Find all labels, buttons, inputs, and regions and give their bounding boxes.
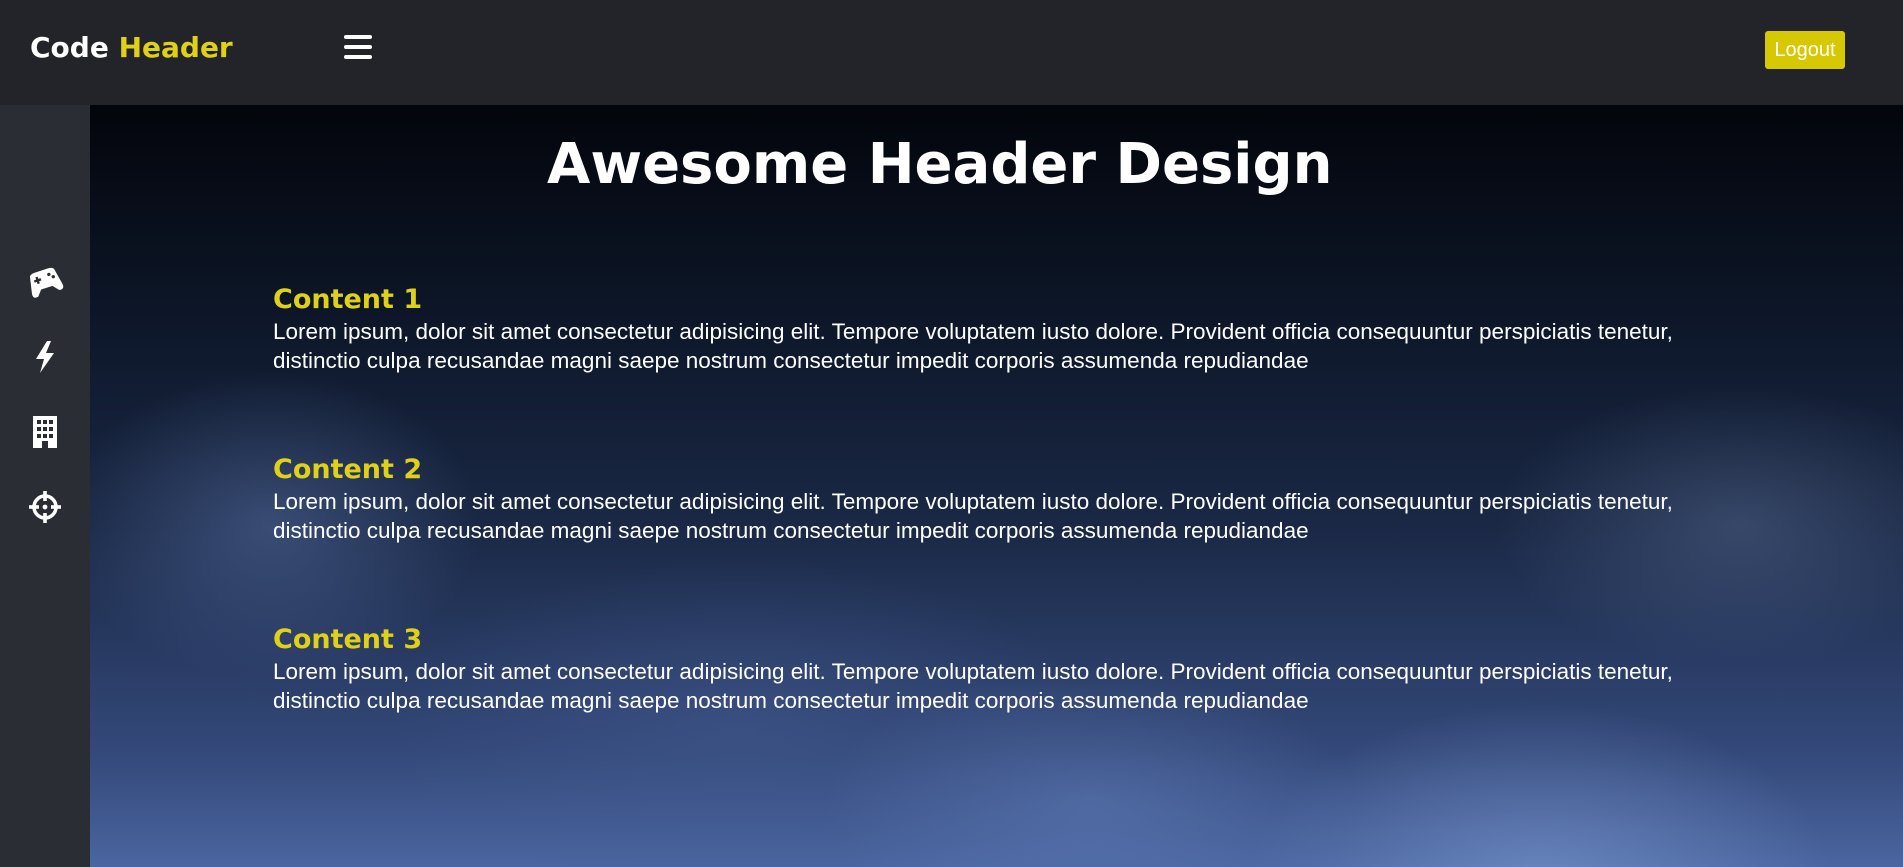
gamepad-icon[interactable] (25, 262, 65, 302)
building-icon[interactable] (25, 412, 65, 452)
logo[interactable]: Code Header (30, 31, 233, 65)
content-section-1: Content 1 Lorem ipsum, dolor sit amet co… (273, 283, 1733, 375)
page-title: Awesome Header Design (547, 132, 1333, 197)
section-body: Lorem ipsum, dolor sit amet consectetur … (273, 319, 1673, 373)
bolt-icon[interactable] (25, 337, 65, 377)
crosshairs-icon[interactable] (25, 487, 65, 527)
logo-text-accent: Header (118, 31, 233, 64)
logo-text-primary: Code (30, 31, 109, 64)
hamburger-menu-icon[interactable] (344, 34, 372, 60)
content-section-2: Content 2 Lorem ipsum, dolor sit amet co… (273, 453, 1733, 545)
content-section-3: Content 3 Lorem ipsum, dolor sit amet co… (273, 623, 1733, 715)
section-heading: Content 3 (273, 624, 423, 655)
section-body: Lorem ipsum, dolor sit amet consectetur … (273, 489, 1673, 543)
top-navbar: Code Header Logout (0, 0, 1903, 105)
section-heading: Content 2 (273, 454, 423, 485)
section-heading: Content 1 (273, 284, 423, 315)
section-body: Lorem ipsum, dolor sit amet consectetur … (273, 659, 1673, 713)
logout-button[interactable]: Logout (1765, 31, 1845, 69)
main-content: Awesome Header Design Content 1 Lorem ip… (90, 105, 1903, 867)
sidebar (0, 105, 90, 867)
